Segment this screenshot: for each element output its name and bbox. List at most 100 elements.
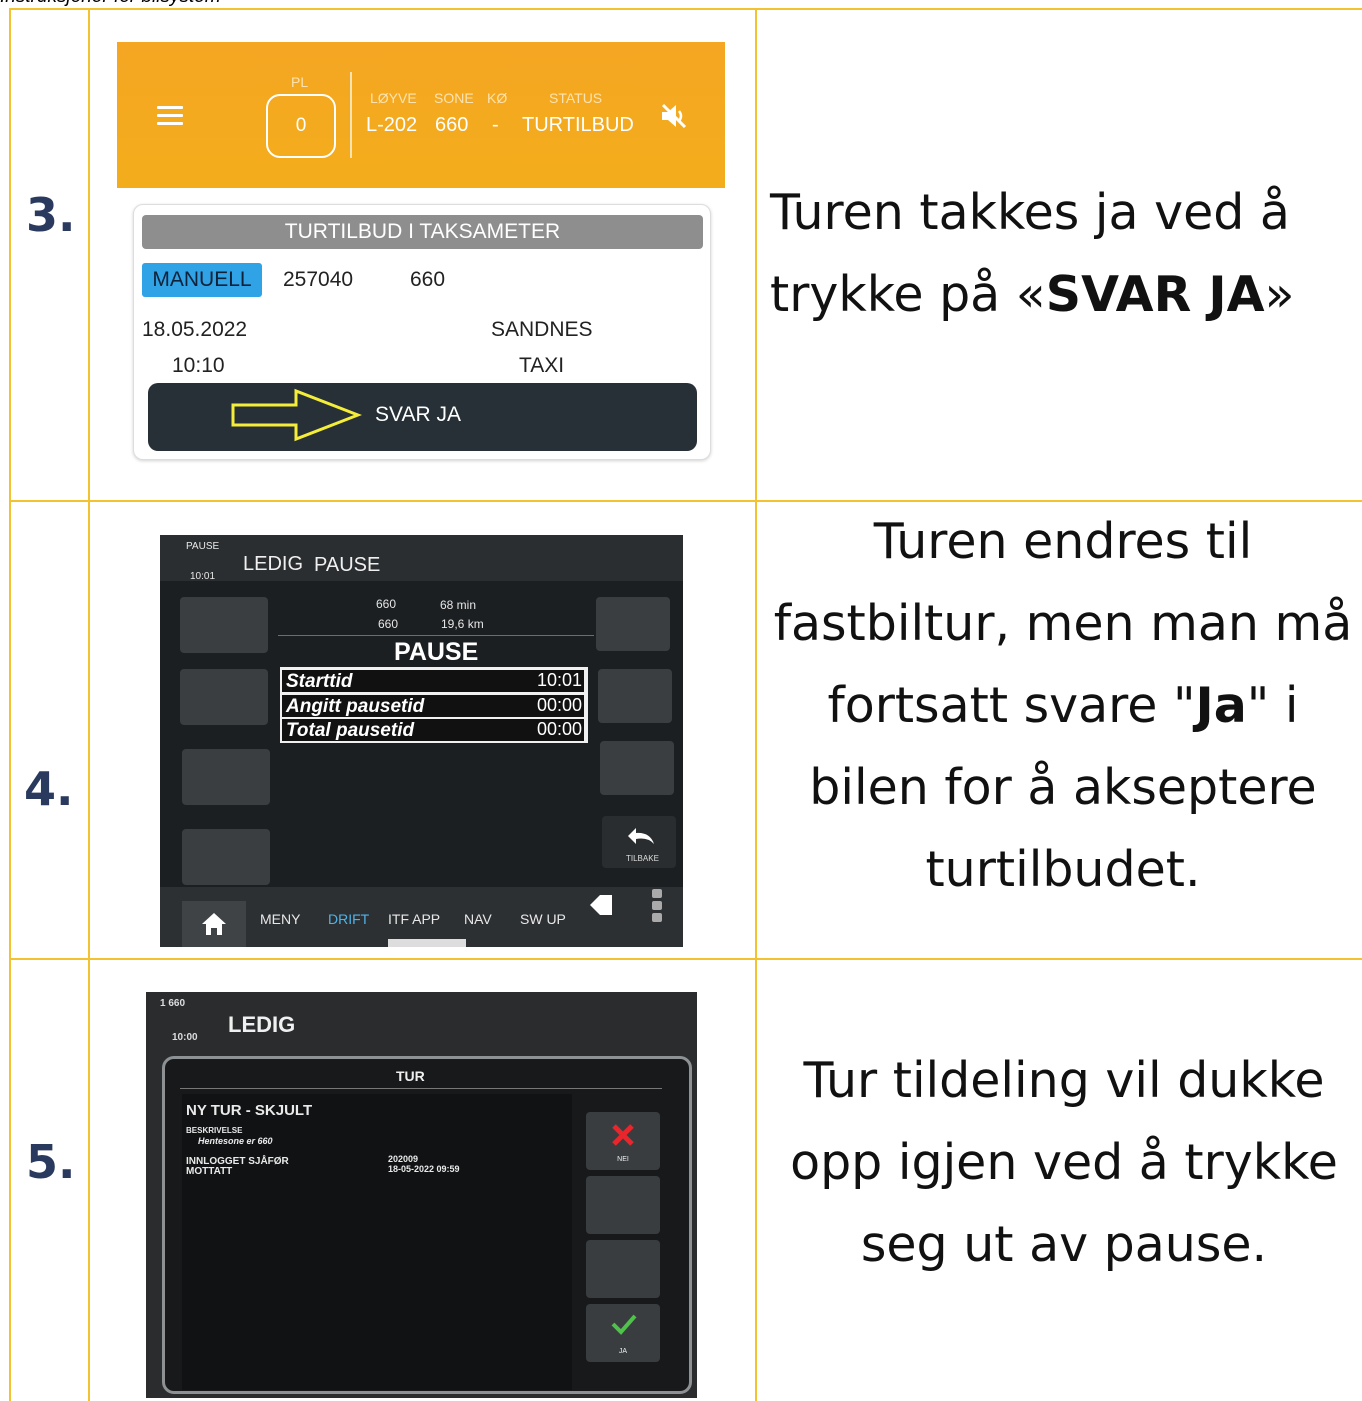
step-number-5: 5. [26,1135,76,1189]
trip-time: 10:10 [172,354,225,377]
right-tile-1[interactable] [596,597,670,651]
step-3-description: Turen takkes ja ved å trykke på «SVAR JA… [770,172,1330,336]
card-title: TURTILBUD I TAKSAMETER [142,215,703,249]
row-label: Total pausetid [286,720,415,741]
tab-sw-up[interactable]: SW UP [520,911,566,927]
zone-b: 660 [378,617,399,631]
row-starttid: Starttid 10:01 [282,670,584,692]
menu-icon[interactable] [157,106,183,126]
grid-line-row2 [9,958,1362,960]
manual-badge: MANUELL [142,263,262,297]
ko-label: KØ [487,90,508,106]
trip-assignment-screenshot: 1 660 10:00 LEDIG TUR NY TUR - SKJULT BE… [146,992,697,1398]
ledig-status: LEDIG [228,1012,296,1037]
pause-mode: PAUSE [314,554,381,576]
step-number-4: 4. [24,762,74,816]
decline-button[interactable]: NEI [586,1112,660,1170]
zone-a: 660 [376,597,397,611]
grid-line-top [9,8,1362,10]
nei-label: NEI [617,1156,629,1163]
taximeter-topbar: PAUSE 10:01 LEDIG PAUSE [160,535,683,582]
row-angitt: Angitt pausetid 00:00 [282,695,584,717]
pl-value: 0 [295,115,307,136]
empty-button-1[interactable] [586,1176,660,1234]
received-value: 18-05-2022 09:59 [388,1164,460,1174]
row-value: 00:00 [536,695,582,715]
desc-3-text-b: » [1264,266,1295,323]
accept-button[interactable]: JA [586,1304,660,1362]
tab-meny[interactable]: MENY [260,911,300,927]
taximeter-bottom-bar: MENY DRIFT ITF APP NAV SW UP [160,887,683,947]
turtilbud-card: TURTILBUD I TAKSAMETER MANUELL 257040 66… [133,204,711,460]
distance: 19,6 km [441,617,484,631]
back-button[interactable]: TILBAKE [602,816,676,868]
step-5-description: Tur tildeling vil dukke opp igjen ved å … [776,1040,1352,1286]
app-screenshot-turtilbud: PL 0 LØYVE SONE KØ STATUS L-202 660 - TU… [117,42,725,472]
status-value: TURTILBUD [522,114,634,136]
right-tile-2[interactable] [598,669,672,723]
desc-4-bold: Ja [1195,677,1247,734]
row-label: Angitt pausetid [286,696,425,717]
row-label: Starttid [286,671,353,692]
grid-line-col2 [755,8,757,1401]
app-header: PL 0 LØYVE SONE KØ STATUS L-202 660 - TU… [117,42,725,188]
row-total: Total pausetid 00:00 [282,719,584,741]
close-icon [612,1124,634,1146]
svar-ja-label: SVAR JA [375,403,461,426]
pause-headline: PAUSE [394,638,479,666]
left-tile-4[interactable] [182,829,270,885]
check-icon [611,1314,637,1335]
clock: 10:00 [172,1032,198,1043]
loyve-value: L-202 [366,114,418,136]
divider [278,635,594,636]
sone-value: 660 [435,114,469,136]
home-button[interactable] [182,901,246,947]
status-label: STATUS [549,90,603,106]
loyve-label: LØYVE [370,90,417,106]
ja-label: JA [618,1348,628,1355]
trip-number: 257040 [283,268,354,291]
dialog-title: TUR [396,1068,425,1084]
undo-icon [628,828,654,844]
grid-line-col1 [88,8,90,1401]
left-tile-3[interactable] [182,749,270,805]
grid-line-left [9,8,11,1401]
step-4-description: Turen endres til fastbiltur, men man må … [765,501,1361,911]
tab-nav[interactable]: NAV [464,911,492,927]
driver-value: 202009 [388,1154,419,1164]
more-icon[interactable] [652,889,666,925]
taximeter-pause-screenshot: PAUSE 10:01 LEDIG PAUSE 660 660 68 min 1… [160,535,683,947]
svar-ja-button[interactable]: SVAR JA [148,383,697,451]
company-line1: SANDNES [491,318,593,341]
right-tile-3[interactable] [600,741,674,795]
row-value: 00:00 [536,719,582,739]
received-label: MOTTATT [186,1166,233,1177]
ko-value: - [492,114,499,136]
row-value: 10:01 [536,670,582,690]
sone-label: SONE [434,90,474,106]
left-tile-2[interactable] [180,669,268,725]
trip-zone: 660 [410,268,446,291]
step-number-3: 3. [26,188,76,242]
trip-panel: NY TUR - SKJULT BESKRIVELSE Hentesone er… [182,1094,572,1390]
desc-3-bold: SVAR JA [1045,266,1265,323]
tab-drift[interactable]: DRIFT [328,911,369,927]
back-label: TILBAKE [626,854,659,863]
arrow-icon [231,388,362,442]
back-arrow-icon[interactable] [588,893,614,917]
pl-label: PL [291,74,309,90]
ledig-status: LEDIG [243,553,304,575]
status-small: PAUSE [186,541,220,552]
trip-heading: NY TUR - SKJULT [186,1102,313,1119]
left-tile-1[interactable] [180,597,268,653]
minutes: 68 min [440,598,477,612]
empty-button-2[interactable] [586,1240,660,1298]
clock: 10:01 [190,571,216,582]
trip-date: 18.05.2022 [142,318,248,341]
tab-itf-app[interactable]: ITF APP [388,911,440,927]
mute-icon[interactable] [657,100,689,132]
beskrivelse-label: BESKRIVELSE [186,1126,243,1135]
top-note: Instruksjoner for bilsystem [0,0,221,8]
company-line2: TAXI [519,354,565,377]
header-divider [350,72,352,158]
